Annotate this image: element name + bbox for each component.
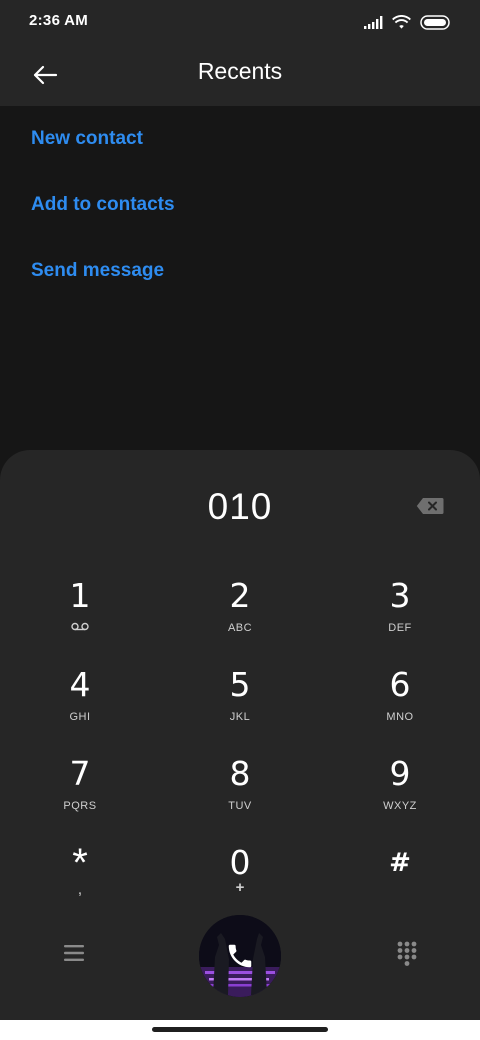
wifi-icon: [392, 14, 411, 29]
menu-icon: [64, 945, 84, 961]
key-letters: TUV: [228, 800, 252, 812]
key-7[interactable]: 7 PQRS: [25, 756, 135, 836]
app-bar: Recents: [0, 44, 480, 106]
key-digit: 6: [389, 665, 411, 704]
key-letters: +: [235, 879, 245, 896]
new-contact-link[interactable]: New contact: [31, 128, 143, 150]
phone-icon: [228, 944, 252, 968]
dialpad-toggle-button[interactable]: [392, 938, 422, 968]
backspace-button[interactable]: [416, 497, 446, 521]
page-title: Recents: [197, 58, 283, 84]
battery-icon: [420, 14, 450, 30]
send-message-link[interactable]: Send message: [31, 260, 164, 282]
key-digit: 0: [229, 843, 251, 882]
key-5[interactable]: 5 JKL: [185, 667, 295, 747]
key-digit: #: [389, 848, 411, 878]
key-digit: 8: [229, 754, 251, 793]
key-6[interactable]: 6 MNO: [345, 667, 455, 747]
key-letters: JKL: [229, 711, 251, 723]
key-letters: DEF: [388, 622, 412, 634]
status-icons: [364, 13, 451, 31]
key-letters: ABC: [227, 622, 253, 634]
key-digit: 3: [389, 576, 411, 615]
call-button[interactable]: [199, 915, 281, 997]
key-0[interactable]: 0 +: [185, 845, 295, 925]
key-letters: PQRS: [63, 800, 97, 812]
home-indicator[interactable]: [152, 1027, 328, 1032]
status-time: 2:36 AM: [29, 12, 89, 29]
key-3[interactable]: 3 DEF: [345, 578, 455, 658]
key-hash[interactable]: #: [345, 845, 455, 925]
status-bar: 2:36 AM: [0, 0, 480, 44]
dialed-number: 010: [207, 486, 273, 527]
key-4[interactable]: 4 GHI: [25, 667, 135, 747]
key-letters: WXYZ: [383, 800, 417, 812]
key-letters: ,: [77, 881, 83, 898]
key-letters: MNO: [386, 711, 414, 723]
add-to-contacts-link[interactable]: Add to contacts: [31, 194, 175, 216]
menu-button[interactable]: [59, 938, 89, 968]
key-digit: 2: [229, 576, 251, 615]
key-digit: 4: [69, 665, 91, 704]
dialpad: 010 1 2 ABC 3 DEF 4 GHI 5 JKL 6 MNO 7 PQ…: [0, 450, 480, 1020]
key-digit: 1: [69, 576, 91, 615]
signal-icon: [364, 15, 383, 29]
key-digit: 9: [389, 754, 411, 793]
key-letters: GHI: [69, 711, 91, 723]
key-digit: 7: [69, 754, 91, 793]
key-digit: *: [72, 841, 88, 885]
backspace-icon: [416, 498, 444, 514]
key-digit: 5: [229, 665, 251, 704]
dialpad-icon: [397, 941, 417, 966]
key-9[interactable]: 9 WXYZ: [345, 756, 455, 836]
voicemail-icon: [25, 618, 135, 636]
key-1[interactable]: 1: [25, 578, 135, 658]
key-2[interactable]: 2 ABC: [185, 578, 295, 658]
key-star[interactable]: * ,: [25, 841, 135, 925]
key-8[interactable]: 8 TUV: [185, 756, 295, 836]
